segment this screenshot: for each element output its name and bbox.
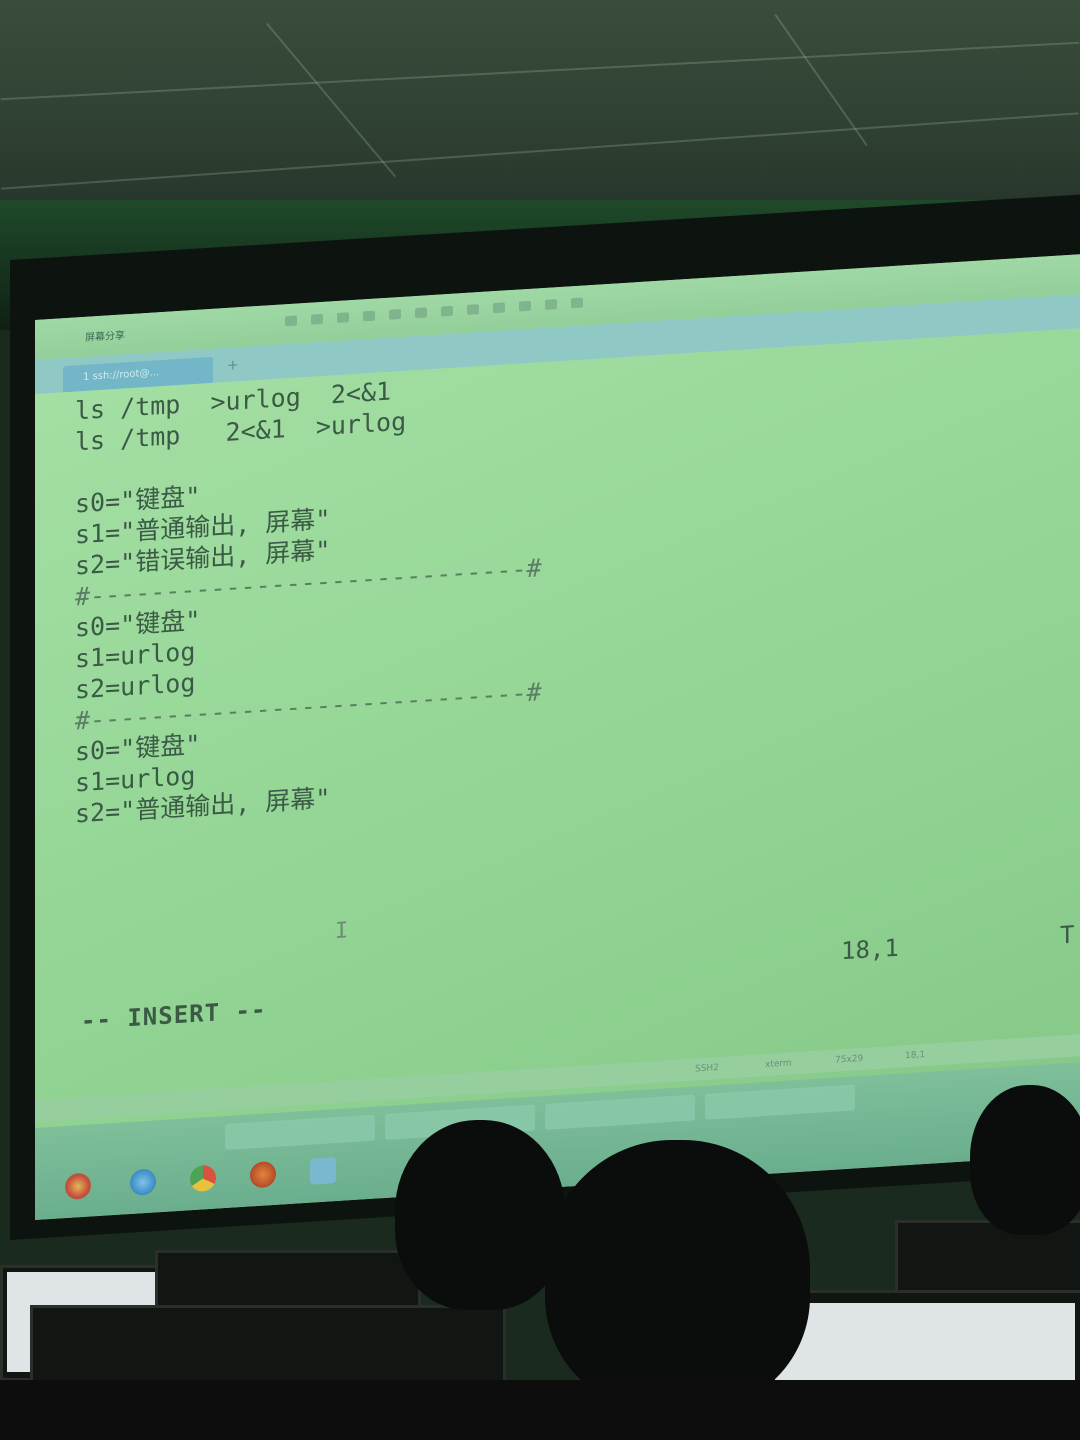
vim-mode-indicator: -- INSERT -- [81, 995, 267, 1036]
windows-start-icon[interactable] [65, 1172, 91, 1201]
ceiling-seam [774, 13, 868, 147]
tab-session[interactable]: 1 ssh://root@... [63, 356, 213, 393]
status-term: xterm [765, 1058, 792, 1071]
toolbar-icon[interactable] [415, 307, 427, 319]
toolbar-icon[interactable] [493, 302, 505, 314]
toolbar-icon[interactable] [467, 304, 479, 315]
status-protocol: SSH2 [695, 1062, 719, 1075]
ceiling [0, 0, 1080, 230]
toolbar [285, 297, 583, 327]
ceiling-seam [0, 41, 1080, 101]
toolbar-icon[interactable] [519, 300, 531, 312]
taskbar-window-button[interactable] [225, 1114, 375, 1151]
vim-editor[interactable]: ls /tmp >urlog 2<&1 ls /tmp 2<&1 >urlog … [75, 333, 1065, 915]
toolbar-icon[interactable] [441, 305, 453, 317]
app-icon[interactable] [310, 1157, 336, 1185]
ceiling-seam [1, 112, 1079, 190]
toolbar-icon[interactable] [571, 297, 583, 309]
audience-head [970, 1085, 1080, 1235]
toolbar-icon[interactable] [285, 315, 297, 327]
ie-icon[interactable] [130, 1168, 156, 1197]
taskbar-window-button[interactable] [545, 1094, 695, 1130]
taskbar-window-button[interactable] [705, 1084, 855, 1120]
audience-head [395, 1120, 565, 1310]
toolbar-icon[interactable] [545, 299, 557, 310]
toolbar-icon[interactable] [389, 308, 401, 320]
projected-screen: 屏幕分享 1 ssh://root@... + ls /tmp >urlog 2… [35, 254, 1080, 1221]
firefox-icon[interactable] [250, 1160, 276, 1189]
status-pos: 18,1 [905, 1050, 926, 1062]
ibeam-cursor-icon: I [335, 918, 349, 945]
status-size: 75x29 [835, 1053, 864, 1066]
ceiling-seam [265, 22, 397, 178]
desk [0, 1380, 1080, 1440]
toolbar-icon[interactable] [311, 313, 323, 325]
cursor-position: 18,1 [841, 933, 899, 966]
chrome-icon[interactable] [190, 1164, 216, 1193]
toolbar-icon[interactable] [337, 312, 349, 323]
toolbar-icon[interactable] [363, 310, 375, 322]
plus-icon[interactable]: + [227, 357, 239, 374]
audience-head [545, 1140, 810, 1410]
truncated-text: T [1060, 920, 1075, 950]
tab-label: 1 ssh://root@... [83, 367, 159, 383]
app-title: 屏幕分享 [85, 330, 125, 344]
